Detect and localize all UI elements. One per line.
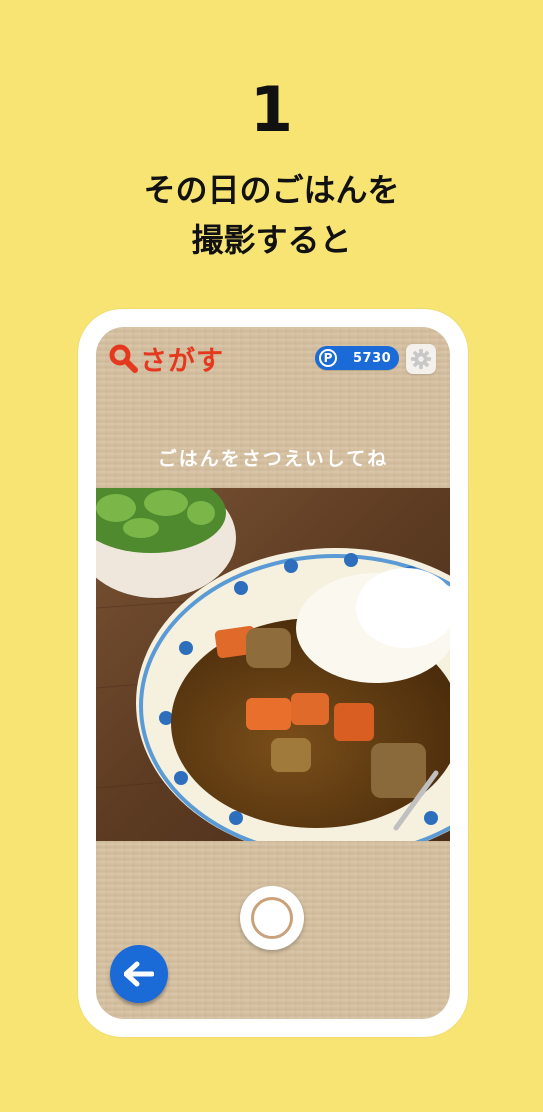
settings-button[interactable] bbox=[406, 344, 436, 374]
app-logo-text: さがす bbox=[140, 345, 224, 377]
arrow-left-icon bbox=[124, 961, 154, 987]
headline-line-1: その日のごはんを bbox=[143, 171, 400, 209]
phone-screen: さがす P 5730 ごはんをさつえいしてね bbox=[96, 327, 450, 1019]
app-logo: さがす bbox=[108, 341, 224, 377]
step-number: 1 bbox=[249, 73, 294, 146]
search-icon bbox=[109, 344, 138, 373]
shutter-button[interactable] bbox=[240, 886, 304, 950]
points-icon: P bbox=[319, 349, 337, 367]
points-value: 5730 bbox=[353, 350, 392, 366]
headline-line-2: 撮影すると bbox=[191, 221, 352, 259]
gear-icon bbox=[410, 348, 432, 370]
instruction-text: ごはんをさつえいしてね bbox=[157, 448, 389, 470]
shutter-icon bbox=[251, 897, 293, 939]
points-badge[interactable]: P 5730 bbox=[315, 346, 399, 370]
camera-preview-photo bbox=[96, 488, 450, 841]
headline: その日のごはんを 撮影すると bbox=[0, 165, 543, 265]
back-button[interactable] bbox=[110, 945, 168, 1003]
